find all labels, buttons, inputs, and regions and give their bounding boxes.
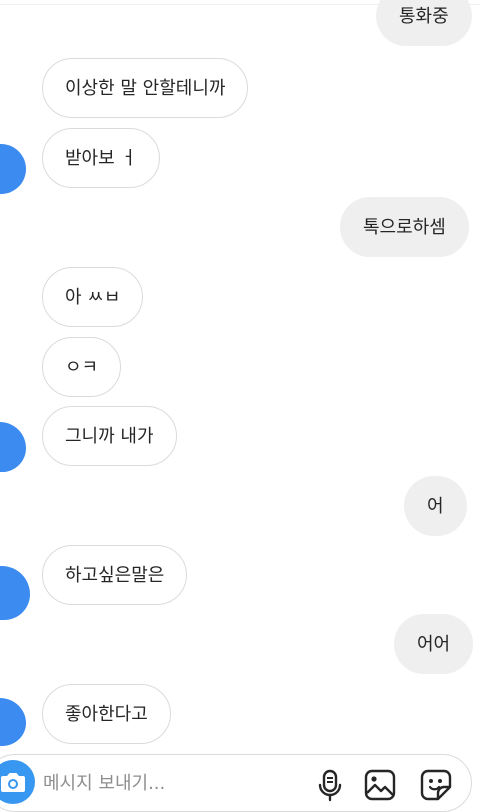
message-bubble-incoming[interactable]: 이상한 말 안할테니까: [42, 58, 249, 118]
sender-avatar-scribbled[interactable]: [0, 698, 26, 746]
message-bubble-outgoing[interactable]: 어: [404, 476, 467, 536]
message-bubble-incoming[interactable]: 그니까 내가: [42, 406, 177, 466]
sender-avatar-scribbled[interactable]: [0, 566, 30, 620]
message-bubble-outgoing[interactable]: 어어: [394, 614, 474, 674]
dm-chat-screen: 통화중 이상한 말 안할테니까 받아보 ㅓ 톡으로하셈 아 ㅆㅂ ㅇㅋ 그니까 …: [0, 0, 480, 812]
message-bubble-outgoing[interactable]: 톡으로하셈: [340, 197, 469, 257]
camera-button[interactable]: [0, 760, 35, 804]
camera-icon: [1, 773, 25, 792]
message-input[interactable]: [43, 765, 273, 801]
message-bubble-incoming[interactable]: 좋아한다고: [42, 684, 171, 744]
message-bubble-outgoing[interactable]: 통화중: [376, 0, 472, 46]
sender-avatar-scribbled[interactable]: [0, 422, 26, 472]
message-bubble-incoming[interactable]: 하고싶은말은: [42, 545, 188, 605]
gallery-icon[interactable]: [363, 768, 397, 802]
sender-avatar-scribbled[interactable]: [0, 144, 26, 194]
message-thread[interactable]: 통화중 이상한 말 안할테니까 받아보 ㅓ 톡으로하셈 아 ㅆㅂ ㅇㅋ 그니까 …: [0, 0, 480, 752]
message-bubble-incoming[interactable]: 받아보 ㅓ: [42, 128, 160, 188]
sticker-icon[interactable]: [419, 768, 453, 802]
message-bubble-incoming[interactable]: 아 ㅆㅂ: [42, 267, 144, 327]
message-composer: [0, 754, 472, 812]
message-bubble-incoming[interactable]: ㅇㅋ: [42, 337, 122, 397]
microphone-icon[interactable]: [313, 768, 347, 802]
